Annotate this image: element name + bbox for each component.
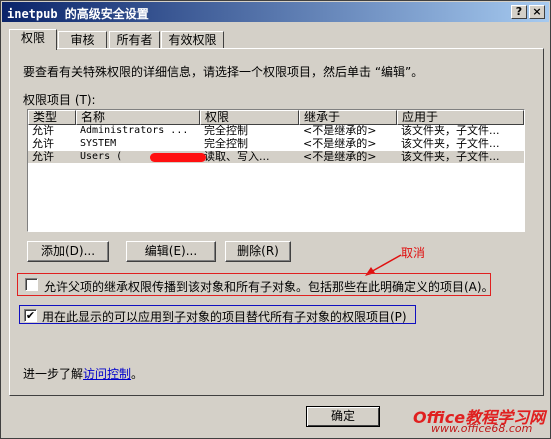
cell-inherited-from: <不是继承的>: [303, 151, 377, 163]
cell-permission: 读取、写入...: [204, 151, 270, 163]
watermark-url: www.office68.com: [431, 422, 533, 435]
edit-button[interactable]: 编辑(E)...: [126, 241, 216, 262]
cell-inherited-from: <不是继承的>: [303, 125, 377, 137]
redaction-mark: [150, 153, 206, 162]
cell-name: Users (: [80, 151, 123, 162]
cell-type: 允许: [32, 125, 54, 137]
permission-entries-list[interactable]: 类型 名称 权限 继承于 应用于 允许 Administrators ... 完…: [27, 109, 525, 232]
table-row[interactable]: 允许 SYSTEM 完全控制 <不是继承的> 该文件夹，子文件...: [28, 138, 524, 150]
permission-entries-label: 权限项目 (T):: [23, 93, 96, 107]
table-row-selected[interactable]: 允许 Users ( 读取、写入... <不是继承的> 该文件夹，子文件...: [28, 151, 524, 163]
column-header-name[interactable]: 名称: [76, 110, 200, 125]
cell-type: 允许: [32, 151, 54, 163]
help-button[interactable]: ?: [511, 5, 527, 19]
learn-more-prefix: 进一步了解: [23, 367, 84, 381]
advanced-security-settings-dialog: inetpub 的高级安全设置 ? × 权限 审核 所有者 有效权限 要查看有关…: [0, 0, 551, 439]
cell-permission: 完全控制: [204, 138, 248, 150]
title-bar[interactable]: inetpub 的高级安全设置 ? ×: [2, 2, 549, 22]
tab-auditing[interactable]: 审核: [58, 31, 107, 49]
cell-name: SYSTEM: [80, 138, 117, 149]
cell-permission: 完全控制: [204, 125, 248, 137]
inherit-permissions-checkbox[interactable]: [25, 278, 38, 291]
cell-name: Administrators ...: [80, 125, 189, 136]
list-header: 类型 名称 权限 继承于 应用于: [28, 110, 524, 125]
table-row[interactable]: 允许 Administrators ... 完全控制 <不是继承的> 该文件夹，…: [28, 125, 524, 137]
tab-effective-permissions[interactable]: 有效权限: [161, 31, 224, 49]
cell-inherited-from: <不是继承的>: [303, 138, 377, 150]
description-text: 要查看有关特殊权限的详细信息，请选择一个权限项目，然后单击 “编辑”。: [23, 65, 424, 79]
ok-button[interactable]: 确定: [306, 406, 380, 427]
tab-permissions[interactable]: 权限: [9, 29, 57, 50]
learn-more-suffix: 。: [131, 367, 144, 381]
cell-apply-to: 该文件夹，子文件...: [401, 138, 500, 150]
cell-apply-to: 该文件夹，子文件...: [401, 151, 500, 163]
column-header-apply-to[interactable]: 应用于: [397, 110, 524, 125]
delete-button[interactable]: 删除(R): [225, 241, 291, 262]
column-header-type[interactable]: 类型: [28, 110, 76, 125]
replace-permissions-label[interactable]: 用在此显示的可以应用到子对象的项目替代所有子对象的权限项目(P): [42, 308, 407, 325]
learn-more-text: 进一步了解访问控制。: [23, 365, 143, 382]
tab-owner[interactable]: 所有者: [109, 31, 160, 49]
add-button[interactable]: 添加(D)...: [27, 241, 109, 262]
replace-permissions-checkbox[interactable]: ✔: [24, 309, 37, 322]
inherit-permissions-label[interactable]: 允许父项的继承权限传播到该对象和所有子对象。包括那些在此明确定义的项目(A)。: [44, 278, 494, 295]
cell-type: 允许: [32, 138, 54, 150]
access-control-link[interactable]: 访问控制: [83, 367, 131, 381]
window-title: inetpub 的高级安全设置: [7, 7, 149, 21]
cell-apply-to: 该文件夹，子文件...: [401, 125, 500, 137]
column-header-inherited-from[interactable]: 继承于: [299, 110, 397, 125]
column-header-permission[interactable]: 权限: [200, 110, 299, 125]
close-button[interactable]: ×: [529, 5, 545, 19]
